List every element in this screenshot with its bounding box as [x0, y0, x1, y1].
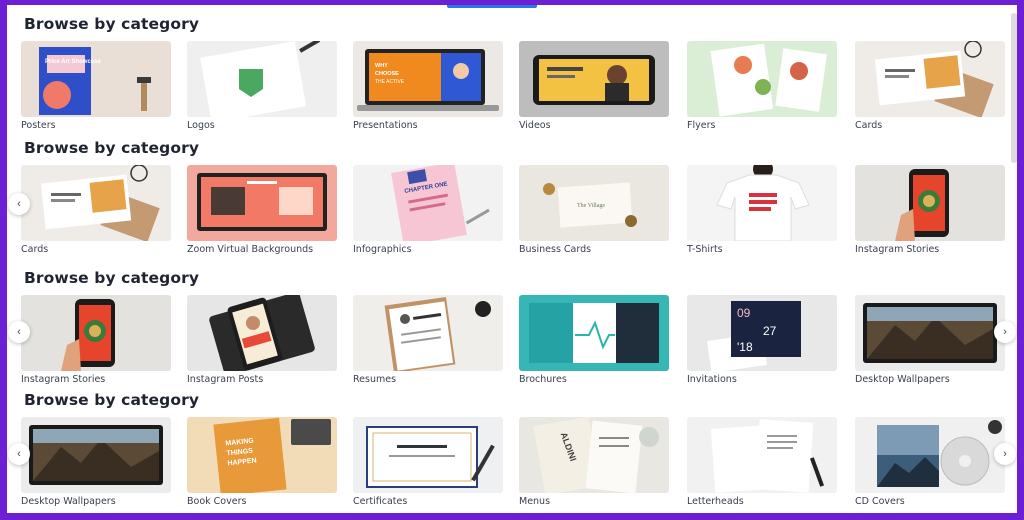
category-thumbnail[interactable] — [855, 41, 1005, 117]
category-card-flyer[interactable]: Flyers — [687, 41, 837, 131]
category-thumbnail[interactable]: Price Art Showcase — [21, 41, 171, 117]
svg-text:09: 09 — [737, 306, 751, 320]
section-title: Browse by category — [24, 15, 200, 33]
category-card-poster[interactable]: Price Art Showcase Posters — [21, 41, 171, 131]
category-card-video[interactable]: Videos — [519, 41, 669, 131]
category-card-brochure[interactable]: Brochures — [519, 295, 669, 385]
category-thumbnail[interactable] — [187, 41, 337, 117]
category-row: Instagram Stories Instagram Posts Resumes B… — [21, 295, 1011, 385]
category-section-3: Browse by category Instagram Stories Inst… — [7, 259, 1017, 385]
category-thumbnail[interactable] — [21, 295, 171, 371]
category-thumbnail[interactable] — [519, 41, 669, 117]
category-thumbnail[interactable] — [855, 295, 1005, 371]
category-row: Price Art Showcase Posters Logos WHY CHOOSE T… — [21, 41, 1011, 131]
category-card-cd[interactable]: CD Covers — [855, 417, 1005, 507]
category-thumbnail[interactable] — [855, 165, 1005, 241]
category-thumbnail[interactable] — [21, 165, 171, 241]
category-thumbnail[interactable] — [187, 165, 337, 241]
category-thumbnail[interactable]: ALDINI — [519, 417, 669, 493]
category-label[interactable]: T-Shirts — [687, 244, 837, 255]
category-thumbnail[interactable] — [687, 417, 837, 493]
category-card-zoom[interactable]: Zoom Virtual Backgrounds — [187, 165, 337, 255]
category-card-card[interactable]: Cards — [855, 41, 1005, 131]
category-card-logo[interactable]: Logos — [187, 41, 337, 131]
category-card-invitation[interactable]: 09 27'18 Invitations — [687, 295, 837, 385]
category-card-businesscard[interactable]: The Village Business Cards — [519, 165, 669, 255]
category-card-book[interactable]: MAKING THINGS HAPPEN Book Covers — [187, 417, 337, 507]
category-label[interactable]: Zoom Virtual Backgrounds — [187, 244, 337, 255]
category-section-4: Browse by category Desktop Wallpapers MAK… — [7, 381, 1017, 507]
svg-text:WHY: WHY — [375, 63, 388, 69]
category-card-presentation[interactable]: WHY CHOOSE THE ACTIVE Presentations — [353, 41, 503, 131]
category-label[interactable]: Book Covers — [187, 496, 337, 507]
section-title: Browse by category — [24, 139, 200, 157]
category-label[interactable]: Cards — [21, 244, 171, 255]
svg-text:The Village: The Village — [577, 203, 605, 209]
category-thumbnail[interactable] — [353, 417, 503, 493]
category-thumbnail[interactable] — [21, 417, 171, 493]
category-label[interactable]: Infographics — [353, 244, 503, 255]
category-card-wallpaper[interactable]: Desktop Wallpapers — [855, 295, 1005, 385]
category-label[interactable]: Certificates — [353, 496, 503, 507]
svg-text:THE ACTIVE: THE ACTIVE — [375, 79, 405, 85]
section-title: Browse by category — [24, 269, 200, 287]
category-card-menu[interactable]: ALDINI Menus — [519, 417, 669, 507]
category-row: Desktop Wallpapers MAKING THINGS HAPPEN Book… — [21, 417, 1011, 507]
scroll-left-button[interactable]: ‹ — [8, 321, 30, 343]
category-row: Cards Zoom Virtual Backgrounds CHAPTER ONE… — [21, 165, 1011, 255]
svg-text:CHOOSE: CHOOSE — [375, 71, 399, 77]
category-label[interactable]: Desktop Wallpapers — [21, 496, 171, 507]
scroll-right-button[interactable]: › — [994, 443, 1016, 465]
category-thumbnail[interactable] — [855, 417, 1005, 493]
category-label[interactable]: Instagram Stories — [855, 244, 1005, 255]
category-thumbnail[interactable]: The Village — [519, 165, 669, 241]
category-label[interactable]: Letterheads — [687, 496, 837, 507]
category-label[interactable]: Business Cards — [519, 244, 669, 255]
category-card-letterhead[interactable]: Letterheads — [687, 417, 837, 507]
category-thumbnail[interactable]: MAKING THINGS HAPPEN — [187, 417, 337, 493]
scroll-right-button[interactable]: › — [994, 321, 1016, 343]
category-thumbnail[interactable]: WHY CHOOSE THE ACTIVE — [353, 41, 503, 117]
section-title: Browse by category — [24, 391, 200, 409]
category-card-card[interactable]: Cards — [21, 165, 171, 255]
category-browser-frame: Browse by category Price Art Showcase Pos… — [7, 5, 1017, 513]
svg-text:'18: '18 — [737, 340, 753, 354]
category-card-infographic[interactable]: CHAPTER ONE Infographics — [353, 165, 503, 255]
category-thumbnail[interactable] — [187, 295, 337, 371]
category-section-2: Browse by category Cards Zoom Virtual Bac… — [7, 129, 1017, 255]
scroll-left-button[interactable]: ‹ — [8, 443, 30, 465]
svg-text:Price Art Showcase: Price Art Showcase — [45, 59, 101, 65]
category-thumbnail[interactable]: 09 27 '18 — [687, 295, 837, 371]
category-thumbnail[interactable] — [353, 295, 503, 371]
scroll-left-button[interactable]: ‹ — [8, 193, 30, 215]
category-card-certificate[interactable]: Certificates — [353, 417, 503, 507]
svg-text:27: 27 — [763, 324, 777, 338]
category-thumbnail[interactable]: CHAPTER ONE — [353, 165, 503, 241]
category-card-igpost[interactable]: Instagram Posts — [187, 295, 337, 385]
category-label[interactable]: CD Covers — [855, 496, 1005, 507]
category-thumbnail[interactable] — [687, 165, 837, 241]
category-card-resume[interactable]: Resumes — [353, 295, 503, 385]
category-card-story[interactable]: Instagram Stories — [21, 295, 171, 385]
category-thumbnail[interactable] — [687, 41, 837, 117]
category-label[interactable]: Menus — [519, 496, 669, 507]
category-card-story[interactable]: Instagram Stories — [855, 165, 1005, 255]
category-section-1: Browse by category Price Art Showcase Pos… — [7, 5, 1017, 131]
category-card-wallpaper[interactable]: Desktop Wallpapers — [21, 417, 171, 507]
category-thumbnail[interactable] — [519, 295, 669, 371]
category-card-tshirt[interactable]: T-Shirts — [687, 165, 837, 255]
